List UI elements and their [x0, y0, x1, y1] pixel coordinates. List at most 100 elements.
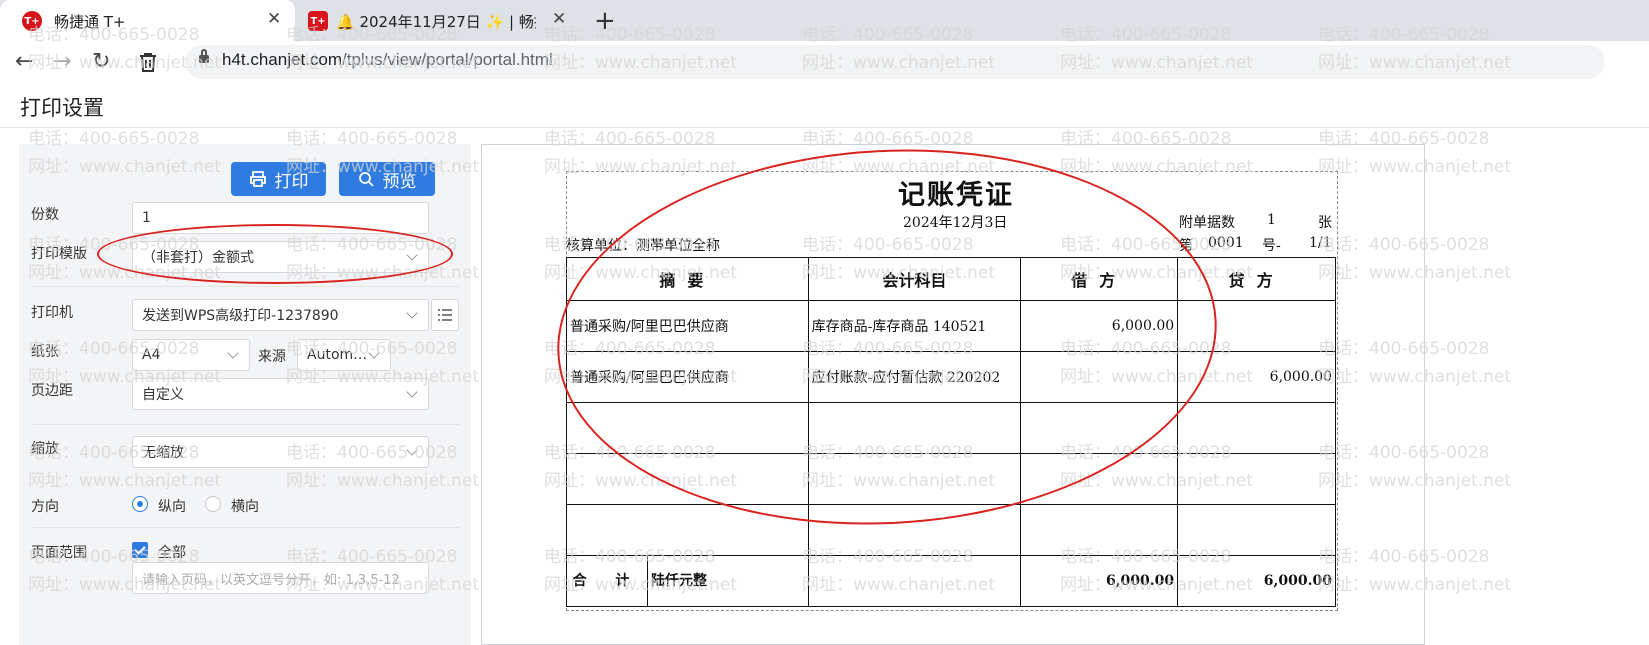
chevron-down-icon: [368, 347, 380, 359]
template-select[interactable]: （非套打）金额式: [132, 241, 429, 273]
divider: [0, 127, 1649, 128]
landscape-radio[interactable]: [205, 496, 221, 512]
table-header-row: 摘要 会计科目 借方 贷方: [566, 257, 1336, 301]
column-header: 会计科目: [807, 257, 1022, 301]
tab-title: 畅捷通 T+: [54, 13, 126, 31]
total-cell: 合 计陆仟元整: [566, 555, 809, 607]
page-range-input[interactable]: 请输入页码，以英文逗号分开，如: 1,3,5-12: [132, 562, 429, 594]
all-pages-label: 全部: [158, 545, 186, 561]
portrait-radio[interactable]: [132, 496, 148, 512]
printer-list-button[interactable]: [431, 299, 459, 331]
tab-chanjet[interactable]: T+ 畅捷通 T+ ✕: [0, 0, 295, 41]
summary-cell: 普通采购/阿里巴巴供应商: [566, 300, 809, 352]
margin-value: 自定义: [142, 387, 184, 403]
margin-select[interactable]: 自定义: [132, 378, 429, 410]
attachment-label: 附单据数: [1179, 215, 1235, 231]
voucher-title: 记账凭证: [898, 180, 1014, 211]
print-button[interactable]: 打印: [231, 162, 326, 196]
chevron-down-icon: [406, 386, 418, 398]
credit-cell: [1177, 300, 1336, 352]
close-tab-icon[interactable]: ✕: [552, 9, 566, 29]
table-row: [566, 504, 1336, 556]
chevron-down-icon: [406, 307, 418, 319]
reload-icon[interactable]: ↻: [92, 49, 110, 74]
url-text[interactable]: h4t.chanjet.com/tplus/view/portal/portal…: [222, 50, 553, 70]
voucher-page: 1/1: [1309, 235, 1332, 251]
template-label: 打印模版: [31, 246, 87, 262]
table-row: 普通采购/阿里巴巴供应商 库存商品-库存商品 140521 6,000.00: [566, 300, 1336, 352]
scale-select[interactable]: 无缩放: [132, 436, 429, 468]
printer-icon: [249, 171, 266, 187]
print-label: 打印: [274, 171, 309, 192]
back-arrow-icon[interactable]: ←: [15, 49, 33, 74]
debit-cell: 6,000.00: [1020, 300, 1179, 352]
chevron-down-icon: [406, 249, 418, 261]
search-icon: [358, 171, 374, 187]
attachment-unit: 张: [1318, 215, 1332, 231]
forward-arrow-icon[interactable]: →: [53, 49, 71, 74]
voucher-table: 摘要 会计科目 借方 贷方 普通采购/阿里巴巴供应商 库存商品-库存商品 140…: [566, 257, 1336, 607]
scale-value: 无缩放: [142, 445, 184, 461]
portrait-label: 纵向: [158, 499, 186, 515]
copies-input[interactable]: 1: [132, 202, 429, 234]
total-words: 陆仟元整: [651, 573, 707, 589]
voucher-no: 0001: [1208, 235, 1244, 251]
new-tab-button[interactable]: +: [594, 6, 616, 36]
margin-label: 页边距: [31, 383, 73, 399]
page-range-label: 页面范围: [31, 545, 87, 561]
page-title: 打印设置: [20, 96, 104, 120]
copies-label: 份数: [31, 207, 59, 223]
account-cell: 库存商品-库存商品 140521: [807, 300, 1022, 352]
close-tab-icon[interactable]: ✕: [267, 9, 281, 29]
total-credit: 6,000.00: [1177, 555, 1336, 607]
chevron-down-icon: [406, 444, 418, 456]
printer-value: 发送到WPS高级打印-1237890: [142, 308, 339, 324]
tab-date[interactable]: T+ 🔔 2024年11月27日 ✨ | 畅捷通 ✕: [300, 0, 580, 41]
landscape-label: 横向: [231, 499, 259, 515]
total-debit: 6,000.00: [1020, 555, 1179, 607]
paper-value: A4: [142, 347, 161, 363]
summary-cell: 普通采购/阿里巴巴供应商: [566, 351, 809, 403]
orientation-label: 方向: [31, 499, 59, 515]
divider: [33, 527, 459, 528]
total-label: 合 计: [567, 556, 648, 606]
attachment-count: 1: [1267, 212, 1276, 228]
printer-select[interactable]: 发送到WPS高级打印-1237890: [132, 299, 429, 331]
column-header: 贷方: [1177, 257, 1336, 301]
printer-label: 打印机: [31, 305, 73, 321]
divider: [33, 286, 459, 287]
accounting-unit: 核算单位：测帯单位全称: [566, 238, 720, 254]
lock-icon: [199, 49, 209, 63]
copies-value: 1: [142, 210, 151, 226]
total-row: 合 计陆仟元整 6,000.00 6,000.00: [566, 555, 1336, 607]
credit-cell: 6,000.00: [1177, 351, 1336, 403]
paper-label: 纸张: [31, 344, 59, 360]
source-value: Autom…: [307, 347, 368, 363]
divider: [33, 424, 459, 425]
template-value: （非套打）金额式: [142, 250, 254, 266]
paper-select[interactable]: A4: [132, 339, 250, 371]
preview-button[interactable]: 预览: [339, 162, 435, 196]
chanjet-favicon-icon: T+: [22, 11, 42, 31]
table-row: [566, 402, 1336, 454]
scale-label: 缩放: [31, 441, 59, 457]
table-row: [566, 453, 1336, 505]
browser-tab-strip: T+ 畅捷通 T+ ✕ T+ 🔔 2024年11月27日 ✨ | 畅捷通 ✕ +: [0, 0, 1649, 41]
list-icon: [438, 309, 452, 321]
voucher-no-label: 第: [1179, 238, 1193, 254]
table-row: 普通采购/阿里巴巴供应商 应付账款-应付暂估款 220202 6,000.00: [566, 351, 1336, 403]
trash-icon[interactable]: [137, 51, 159, 79]
tab-title: 🔔 2024年11月27日 ✨ | 畅捷通: [336, 13, 536, 31]
column-header: 摘要: [566, 257, 809, 301]
chevron-down-icon: [227, 347, 239, 359]
preview-label: 预览: [382, 171, 417, 192]
all-pages-checkbox[interactable]: [132, 542, 148, 558]
browser-toolbar: ← → ↻ h4t.chanjet.com/tplus/view/portal/…: [0, 41, 1649, 85]
column-header: 借方: [1020, 257, 1179, 301]
voucher-date: 2024年12月3日: [903, 215, 1008, 231]
source-select[interactable]: Autom…: [297, 339, 391, 371]
voucher-no-suffix: 号-: [1262, 238, 1281, 254]
account-cell: 应付账款-应付暂估款 220202: [807, 351, 1022, 403]
page-range-placeholder: 请输入页码，以英文逗号分开，如: 1,3,5-12: [142, 572, 400, 588]
chanjet-favicon-icon: T+: [308, 11, 328, 31]
